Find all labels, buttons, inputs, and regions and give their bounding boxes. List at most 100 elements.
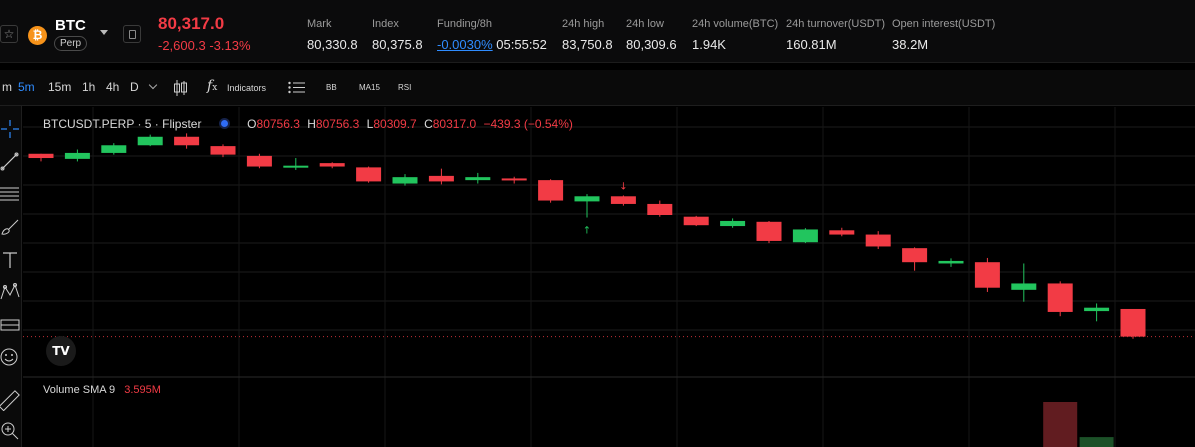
candle-body-down bbox=[902, 248, 928, 263]
candle-body-down bbox=[974, 262, 1000, 288]
stat-value: 1.94K bbox=[692, 37, 726, 52]
candle-body-down bbox=[683, 216, 709, 226]
contract-info-icon[interactable] bbox=[123, 25, 141, 43]
candle-body-down bbox=[28, 153, 54, 159]
interval-1d[interactable]: D bbox=[130, 80, 139, 94]
candle-body-down bbox=[428, 175, 454, 182]
templates-list-icon[interactable] bbox=[288, 81, 306, 94]
trend-line-icon[interactable] bbox=[0, 150, 20, 172]
ruler-icon[interactable] bbox=[0, 389, 20, 411]
stat-label: Funding/8h bbox=[437, 18, 493, 30]
interval-1m[interactable]: m bbox=[2, 80, 12, 94]
live-status-dot-icon bbox=[220, 120, 228, 127]
tradingview-logo[interactable]: TV bbox=[46, 336, 76, 366]
candle-body-up bbox=[720, 220, 746, 227]
stat-label: 24h volume(BTC) bbox=[692, 18, 779, 30]
ohlc-open: 80756.3 bbox=[256, 117, 300, 131]
favorite-star-icon[interactable]: ☆ bbox=[0, 25, 18, 43]
emoji-icon[interactable] bbox=[0, 346, 20, 368]
stat-value: 38.2M bbox=[892, 37, 929, 52]
interval-15m[interactable]: 15m bbox=[48, 80, 71, 94]
symbol-dropdown-caret-icon[interactable] bbox=[100, 30, 108, 35]
stat-value: 80,330.8 bbox=[307, 37, 358, 52]
candle-body-up bbox=[792, 229, 818, 243]
measure-tool-icon[interactable] bbox=[0, 314, 20, 336]
ohlc-low: 80309.7 bbox=[373, 117, 417, 131]
stat-label: Index bbox=[372, 18, 399, 30]
candle-change: −439.3 (−0.54%) bbox=[483, 117, 573, 131]
stat-value-group: -0.0030% 05:55:52 bbox=[437, 37, 547, 52]
drawing-toolbar bbox=[0, 106, 22, 447]
interval-dropdown-chevron-icon[interactable] bbox=[148, 80, 158, 90]
bitcoin-coin-icon: ₿ bbox=[28, 26, 47, 45]
stat-24h-volume: 24h volume(BTC) 1.94K bbox=[692, 18, 778, 52]
ohlc-key-high: H bbox=[307, 117, 316, 131]
candle-body-up bbox=[64, 152, 90, 159]
price-chart[interactable]: ↓ ↑ BTCUSDT.PERP · 5 · Flipster O80756.3 … bbox=[23, 107, 1195, 447]
candle-body-down bbox=[1120, 308, 1146, 337]
candle-body-down bbox=[538, 180, 564, 201]
candle-body-up bbox=[465, 177, 491, 181]
stat-value: 160.81M bbox=[786, 37, 837, 52]
candle-body-down bbox=[1047, 283, 1073, 312]
stat-value: 80,375.8 bbox=[372, 37, 423, 52]
candle-body-down bbox=[501, 178, 527, 181]
candle-body-up bbox=[283, 165, 309, 168]
stat-24h-low: 24h low 80,309.6 bbox=[626, 18, 677, 52]
zoom-in-icon[interactable] bbox=[0, 420, 20, 442]
ohlc-high: 80756.3 bbox=[315, 117, 360, 131]
stat-label: Open interest(USDT) bbox=[892, 18, 996, 30]
candle-body-up bbox=[392, 177, 418, 184]
study-ma15[interactable]: MA15 bbox=[359, 83, 380, 92]
stat-label: 24h turnover(USDT) bbox=[786, 18, 886, 30]
volume-legend: Volume SMA 9 3.595M bbox=[43, 384, 161, 396]
candle-body-up bbox=[1084, 307, 1110, 312]
candle-body-down bbox=[865, 234, 891, 247]
study-bb[interactable]: BB bbox=[326, 83, 337, 92]
study-rsi[interactable]: RSI bbox=[398, 83, 411, 92]
candlestick-chart-canvas[interactable]: ↓↑ bbox=[23, 107, 1195, 447]
funding-countdown: 05:55:52 bbox=[496, 37, 547, 52]
stat-index: Index 80,375.8 bbox=[372, 18, 423, 52]
buy-marker-arrow-icon: ↑ bbox=[583, 226, 591, 237]
candle-body-up bbox=[101, 145, 127, 153]
candle-body-up bbox=[574, 196, 600, 202]
crosshair-icon[interactable] bbox=[0, 118, 20, 140]
candle-body-down bbox=[610, 196, 636, 204]
chart-symbol-label: BTCUSDT.PERP · 5 · Flipster bbox=[43, 117, 202, 131]
interval-1h[interactable]: 1h bbox=[82, 80, 95, 94]
stat-value: 83,750.8 bbox=[562, 37, 613, 52]
volume-bar bbox=[1043, 402, 1078, 447]
text-tool-icon[interactable] bbox=[0, 249, 20, 271]
candle-body-down bbox=[319, 163, 345, 167]
candle-body-down bbox=[174, 136, 200, 146]
function-fx-icon[interactable]: fx bbox=[207, 78, 217, 94]
stat-value: 80,309.6 bbox=[626, 37, 677, 52]
stat-24h-high: 24h high 83,750.8 bbox=[562, 18, 613, 52]
symbol-name[interactable]: BTC bbox=[55, 17, 86, 34]
interval-4h[interactable]: 4h bbox=[106, 80, 119, 94]
chart-toolbar: m 5m 15m 1h 4h D fx Indicators BB MA15 R… bbox=[0, 70, 1195, 106]
stat-open-interest: Open interest(USDT) 38.2M bbox=[892, 18, 995, 52]
indicators-button[interactable]: Indicators bbox=[227, 83, 266, 93]
candle-body-down bbox=[246, 155, 272, 167]
funding-rate-link[interactable]: -0.0030% bbox=[437, 37, 493, 52]
pattern-tool-icon[interactable] bbox=[0, 281, 20, 303]
ticker-bar: ☆ ₿ BTC Perp 80,317.0 -2,600.3 -3.13% Ma… bbox=[0, 0, 1195, 63]
volume-value: 3.595M bbox=[124, 384, 161, 396]
candle-type-icon[interactable] bbox=[172, 79, 188, 97]
sell-marker-arrow-icon: ↓ bbox=[619, 181, 627, 192]
ohlc-key-close: C bbox=[424, 117, 433, 131]
brush-icon[interactable] bbox=[0, 216, 20, 238]
horizontal-lines-icon[interactable] bbox=[0, 183, 20, 205]
candle-body-down bbox=[829, 230, 855, 235]
ohlc-close: 80317.0 bbox=[432, 117, 477, 131]
candle-body-up bbox=[1011, 283, 1037, 290]
candle-body-down bbox=[210, 146, 236, 155]
volume-bar bbox=[1079, 437, 1114, 447]
stat-label: Mark bbox=[307, 18, 332, 30]
chart-legend: BTCUSDT.PERP · 5 · Flipster O80756.3 H80… bbox=[43, 117, 577, 131]
stat-funding: Funding/8h -0.0030% 05:55:52 bbox=[437, 18, 547, 52]
stat-label: 24h high bbox=[562, 18, 605, 30]
interval-5m[interactable]: 5m bbox=[18, 80, 35, 94]
